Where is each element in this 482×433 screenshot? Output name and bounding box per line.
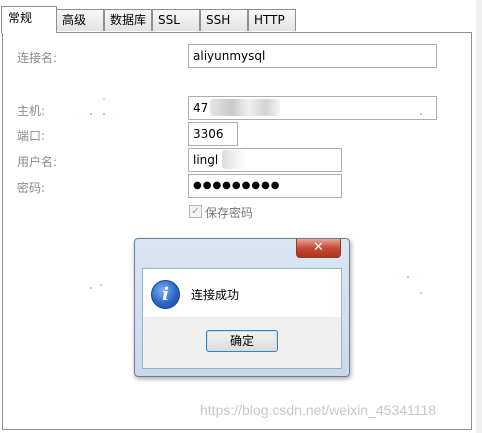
save-password-label: 保存密码 <box>205 206 254 220</box>
artifact-dot <box>90 287 92 289</box>
host-label: 主机: <box>17 104 46 118</box>
artifact-dot <box>407 276 409 278</box>
artifact-dot <box>90 113 92 115</box>
tab-advanced[interactable]: 高级 <box>56 9 104 31</box>
username-value: lingl <box>193 153 219 167</box>
artifact-dot <box>100 284 102 286</box>
close-button[interactable]: ✕ <box>296 239 341 258</box>
host-redaction <box>210 99 280 116</box>
password-label: 密码: <box>17 181 46 195</box>
save-password-checkbox[interactable]: ✓ <box>189 205 202 218</box>
username-redaction <box>222 150 246 169</box>
close-icon: ✕ <box>313 240 324 255</box>
tab-database[interactable]: 数据库 <box>104 9 152 31</box>
artifact-dot <box>420 292 422 294</box>
artifact-dot <box>420 113 422 115</box>
connection-name-label: 连接名: <box>17 51 58 65</box>
tab-ssh[interactable]: SSH <box>200 9 248 31</box>
connection-name-field[interactable]: aliyunmysql <box>188 44 437 68</box>
username-label: 用户名: <box>17 155 58 169</box>
tab-general[interactable]: 常规 <box>1 6 57 33</box>
info-icon: i <box>151 280 180 309</box>
window-edge <box>476 0 482 433</box>
port-field[interactable]: 3306 <box>188 122 238 146</box>
artifact-dot <box>103 113 105 115</box>
ok-button[interactable]: 确定 <box>206 330 278 352</box>
dialog-message: 连接成功 <box>191 288 240 302</box>
username-field[interactable]: lingl <box>188 148 342 172</box>
artifact-dot <box>103 98 105 100</box>
tab-http[interactable]: HTTP <box>248 9 296 31</box>
host-value: 47 <box>193 101 209 115</box>
watermark: https://blog.csdn.net/weixin_45341118 <box>200 402 437 418</box>
tab-bar: 常规 高级 数据库 SSL SSH HTTP <box>0 0 482 33</box>
port-label: 端口: <box>17 129 46 143</box>
password-field[interactable]: ●●●●●●●●● <box>188 174 342 198</box>
tab-ssl[interactable]: SSL <box>152 9 200 31</box>
